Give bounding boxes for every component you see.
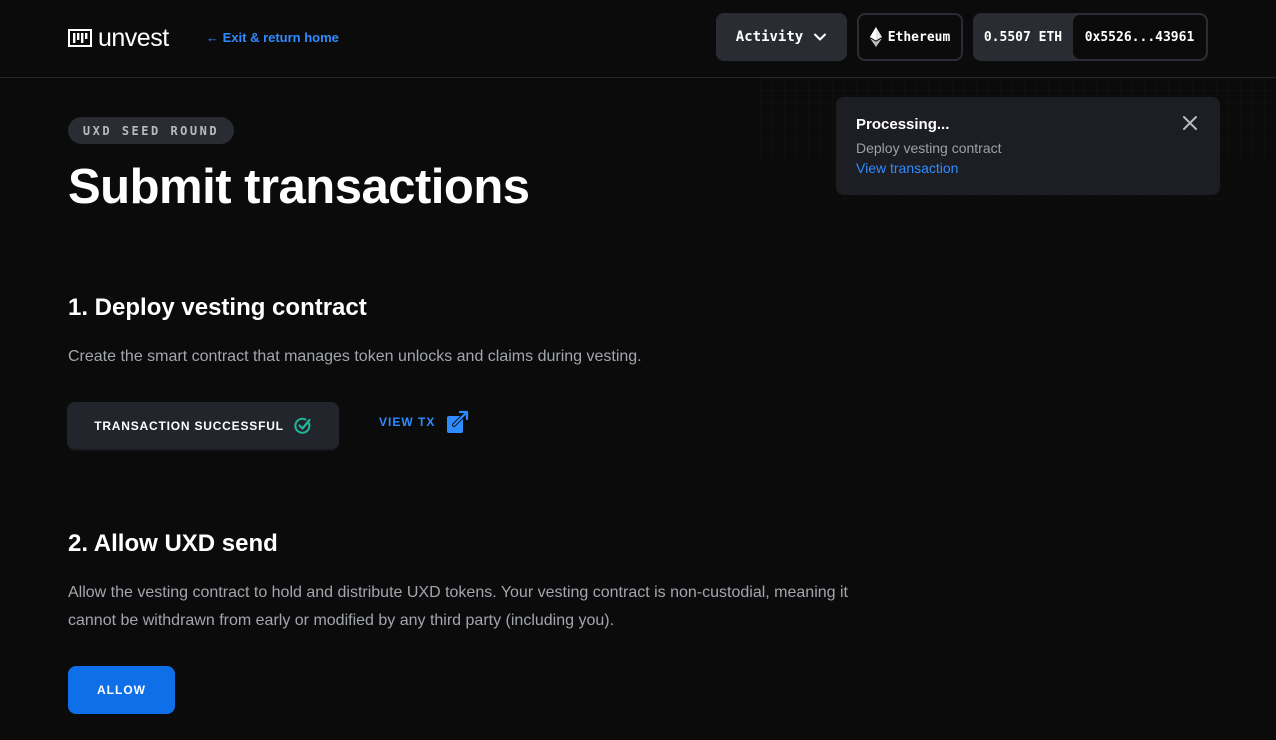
round-badge: UXD SEED ROUND (68, 117, 234, 144)
transaction-successful-status: TRANSACTION SUCCESSFUL (67, 402, 339, 449)
step-1-description: Create the smart contract that manages t… (68, 348, 642, 365)
close-icon[interactable] (1180, 113, 1200, 133)
allow-button[interactable]: ALLOW (68, 666, 175, 714)
wallet-address-button[interactable]: 0x5526...43961 (1073, 15, 1206, 59)
network-selector[interactable]: Ethereum (857, 13, 963, 61)
exit-home-link[interactable]: ← Exit & return home (206, 29, 339, 47)
page-title: Submit transactions (68, 160, 530, 214)
status-label: TRANSACTION SUCCESSFUL (94, 418, 284, 433)
view-tx-label: VIEW TX (379, 415, 436, 429)
unvest-logo[interactable]: unvest (68, 24, 169, 52)
toast-title: Processing... (856, 116, 950, 133)
wallet-info: 0.5507 ETH 0x5526...43961 (973, 13, 1208, 61)
step-2-description: Allow the vesting contract to hold and d… (68, 584, 848, 629)
ethereum-icon (869, 27, 882, 47)
top-navigation: unvest ← Exit & return home Activity Eth… (0, 0, 1276, 78)
logo-text: unvest (98, 24, 169, 52)
toast-description: Deploy vesting contract (856, 140, 1002, 156)
activity-dropdown[interactable]: Activity (716, 13, 847, 61)
view-transaction-link[interactable]: View transaction (856, 160, 958, 176)
unvest-logo-icon (68, 29, 92, 47)
step-1-title: 1. Deploy vesting contract (68, 294, 367, 321)
eth-balance: 0.5507 ETH (983, 29, 1063, 45)
check-badge-icon (294, 417, 311, 434)
view-tx-link[interactable]: VIEW TX (379, 408, 471, 436)
activity-label: Activity (735, 29, 804, 45)
external-link-icon (447, 410, 469, 433)
chevron-down-icon (814, 33, 827, 41)
processing-toast: Processing... Deploy vesting contract Vi… (836, 97, 1220, 195)
network-label: Ethereum (887, 29, 951, 45)
step-2-title: 2. Allow UXD send (68, 530, 278, 557)
